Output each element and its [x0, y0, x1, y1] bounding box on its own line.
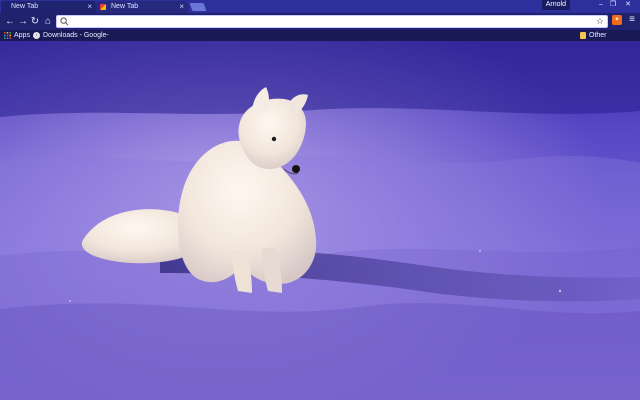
tab-new-tab-active[interactable]: New Tab × — [1, 1, 96, 13]
bookmark-other[interactable]: Other bookmarks — [589, 30, 640, 50]
restore-icon[interactable]: ❐ — [607, 1, 619, 9]
tab-label: New Tab — [11, 3, 39, 10]
folder-icon — [580, 32, 586, 39]
extension-icon[interactable]: ✦ — [612, 15, 622, 25]
reload-icon[interactable]: ↻ — [29, 16, 41, 28]
tab-new-tab[interactable]: New Tab × — [96, 1, 188, 13]
tab-strip: New Tab × New Tab × Arnold – ❐ ✕ — [0, 0, 640, 13]
apps-icon — [4, 32, 11, 39]
bookmarks-bar: Apps ↓ Downloads - Google- Other bookmar… — [0, 30, 640, 50]
address-bar[interactable]: ☆ — [56, 15, 608, 29]
browser-window: New Tab × New Tab × Arnold – ❐ ✕ ← → ↻ ⌂… — [0, 0, 640, 400]
menu-icon[interactable]: ≡ — [627, 15, 637, 25]
snow-sparkle — [558, 289, 562, 293]
tab-label: New Tab — [111, 3, 139, 10]
snow-sparkle — [69, 300, 71, 302]
close-icon[interactable]: × — [87, 1, 92, 13]
tab-favicon-icon — [100, 4, 106, 10]
close-icon[interactable]: × — [179, 1, 184, 13]
minimize-icon[interactable]: – — [595, 1, 607, 9]
close-window-icon[interactable]: ✕ — [622, 1, 634, 9]
downloads-favicon-icon: ↓ — [33, 32, 40, 39]
bookmark-downloads-label: Downloads - Google- — [43, 32, 109, 39]
address-input[interactable] — [71, 16, 595, 29]
back-icon[interactable]: ← — [4, 16, 16, 28]
profile-name: Arnold — [545, 1, 566, 8]
bookmark-apps-label: Apps — [14, 32, 30, 39]
distant-haze — [0, 41, 640, 117]
profile-button[interactable]: Arnold — [541, 0, 570, 10]
snow-drift — [0, 302, 640, 400]
new-tab-button[interactable] — [189, 3, 207, 11]
star-icon[interactable]: ☆ — [596, 16, 604, 27]
fox-eye — [271, 136, 277, 142]
snow-sparkle — [479, 250, 481, 252]
home-icon[interactable]: ⌂ — [42, 16, 54, 28]
search-icon — [60, 17, 69, 26]
new-tab-page — [0, 41, 640, 400]
forward-icon[interactable]: → — [17, 16, 29, 28]
bookmark-downloads[interactable]: Downloads - Google- — [43, 30, 109, 41]
fox-nose — [292, 165, 300, 173]
background-photo — [0, 41, 640, 400]
toolbar: ← → ↻ ⌂ ☆ ✦ ≡ — [0, 13, 640, 30]
bookmark-apps[interactable]: Apps — [14, 30, 30, 41]
